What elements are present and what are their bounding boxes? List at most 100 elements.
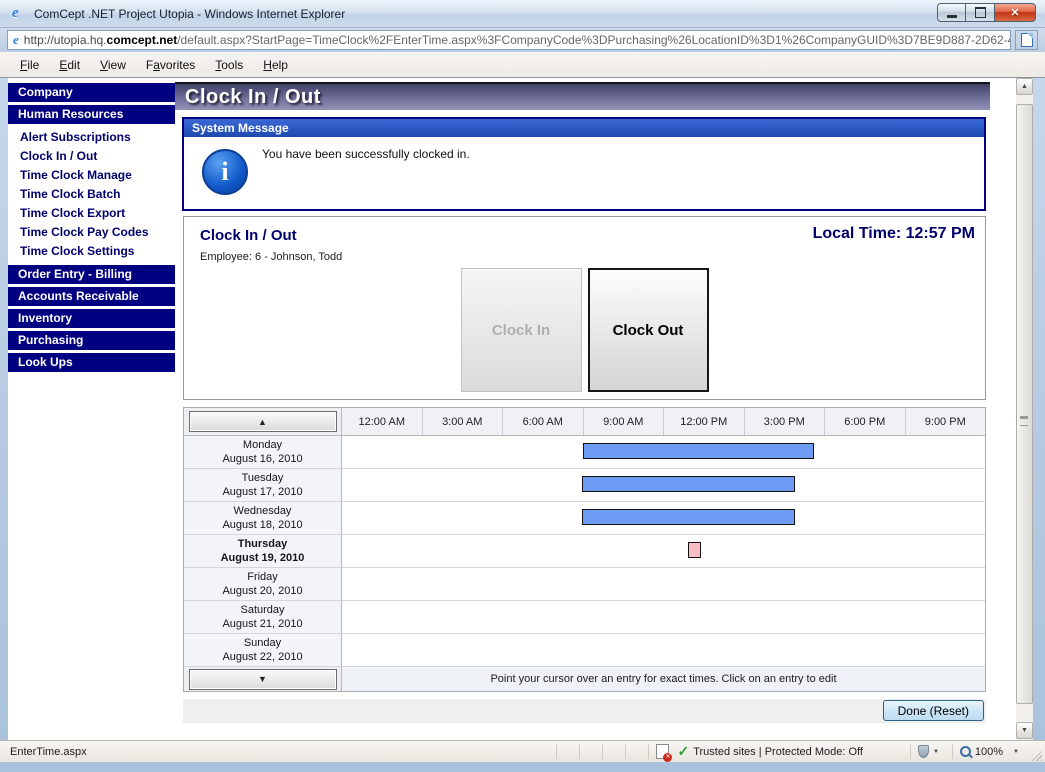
timeline-corner: ▲	[184, 408, 342, 435]
sidebar-item-time-clock-export[interactable]: Time Clock Export	[8, 204, 175, 223]
address-bar-row: e http://utopia.hq.comcept.net/default.a…	[0, 28, 1045, 52]
day-label: SaturdayAugust 21, 2010	[184, 601, 342, 634]
menu-help[interactable]: Help	[253, 55, 298, 75]
browser-viewport: Company Human Resources Alert Subscription…	[8, 78, 1033, 740]
sidebar-section-inventory[interactable]: Inventory	[8, 309, 175, 328]
timeline-time-header: 12:00 AM3:00 AM6:00 AM9:00 AM12:00 PM3:0…	[342, 408, 985, 435]
sidebar-item-time-clock-manage[interactable]: Time Clock Manage	[8, 166, 175, 185]
timeline-lane	[342, 634, 985, 667]
timeline-table: ▲ 12:00 AM3:00 AM6:00 AM9:00 AM12:00 PM3…	[183, 407, 986, 692]
maximize-button[interactable]	[966, 3, 994, 22]
url-prefix: http://utopia.hq.	[24, 33, 107, 47]
time-axis-label: 6:00 AM	[503, 408, 584, 435]
sidebar-item-alert-subscriptions[interactable]: Alert Subscriptions	[8, 128, 175, 147]
day-label: TuesdayAugust 17, 2010	[184, 469, 342, 502]
security-zone-text: Trusted sites | Protected Mode: Off	[693, 746, 863, 758]
scroll-up-button[interactable]: ▲	[189, 411, 337, 432]
content-area: Clock In / Out System Message i You have…	[175, 78, 990, 740]
employee-label: Employee: 6 - Johnson, Todd	[200, 251, 342, 263]
clock-out-button[interactable]: Clock Out	[588, 268, 709, 392]
sidebar-section-purchasing[interactable]: Purchasing	[8, 331, 175, 350]
time-entry-bar[interactable]	[583, 443, 813, 459]
menu-view[interactable]: View	[90, 55, 136, 75]
vertical-scrollbar[interactable]: ▲ ▼	[1016, 78, 1033, 740]
zoom-level[interactable]: 100%	[975, 746, 1003, 758]
maximize-icon	[975, 7, 986, 18]
menu-tools[interactable]: Tools	[205, 55, 253, 75]
url-domain: comcept.net	[107, 33, 178, 47]
timeline-row-wednesday: WednesdayAugust 18, 2010	[184, 502, 985, 535]
menu-bar: FileEditViewFavoritesToolsHelp	[0, 52, 1045, 78]
system-message-text: You have been successfully clocked in.	[262, 147, 470, 205]
sidebar-section-accounts-receivable[interactable]: Accounts Receivable	[8, 287, 175, 306]
time-entry-bar[interactable]	[582, 509, 795, 525]
sidebar-item-time-clock-settings[interactable]: Time Clock Settings	[8, 242, 175, 261]
page-favicon-icon: e	[13, 32, 19, 48]
window-controls: ✕	[937, 3, 1036, 22]
timeline-row-sunday: SundayAugust 22, 2010	[184, 634, 985, 667]
sidebar-section-order-entry-billing[interactable]: Order Entry - Billing	[8, 265, 175, 284]
time-axis-label: 12:00 PM	[664, 408, 745, 435]
address-input[interactable]: e http://utopia.hq.comcept.net/default.a…	[7, 30, 1011, 50]
system-message-header: System Message	[184, 119, 984, 137]
day-label: SundayAugust 22, 2010	[184, 634, 342, 667]
scrollbar-up-arrow[interactable]: ▲	[1016, 78, 1033, 95]
day-label: WednesdayAugust 18, 2010	[184, 502, 342, 535]
clock-panel-heading: Clock In / Out	[200, 227, 297, 244]
sidebar-section-company[interactable]: Company	[8, 83, 175, 102]
time-axis-label: 3:00 PM	[745, 408, 826, 435]
timeline-body: MondayAugust 16, 2010TuesdayAugust 17, 2…	[184, 436, 985, 667]
timeline-row-tuesday: TuesdayAugust 17, 2010	[184, 469, 985, 502]
status-bar: EnterTime.aspx ✓ Trusted sites | Protect…	[0, 740, 1045, 762]
compatibility-view-button[interactable]	[1015, 30, 1038, 50]
day-label: MondayAugust 16, 2010	[184, 436, 342, 469]
time-axis-label: 12:00 AM	[342, 408, 423, 435]
sidebar-section-look-ups[interactable]: Look Ups	[8, 353, 175, 372]
time-entry-bar[interactable]	[582, 476, 795, 492]
minimize-button[interactable]	[937, 3, 966, 22]
timeline-lane	[342, 568, 985, 601]
zoom-icon[interactable]	[960, 746, 971, 757]
timeline-row-friday: FridayAugust 20, 2010	[184, 568, 985, 601]
window-title-bar[interactable]: e ComCept .NET Project Utopia - Windows …	[0, 0, 1045, 28]
timeline-lane	[342, 601, 985, 634]
minimize-icon	[947, 15, 957, 18]
sidebar-section-human-resources[interactable]: Human Resources	[8, 105, 175, 124]
time-axis-label: 6:00 PM	[825, 408, 906, 435]
close-icon: ✕	[1010, 6, 1019, 19]
scroll-down-button[interactable]: ▼	[189, 669, 337, 690]
done-reset-button[interactable]: Done (Reset)	[883, 700, 984, 721]
menu-file[interactable]: File	[10, 55, 49, 75]
scrollbar-down-arrow[interactable]: ▼	[1016, 722, 1033, 739]
timeline-hint: Point your cursor over an entry for exac…	[342, 667, 985, 691]
sidebar-item-time-clock-pay-codes[interactable]: Time Clock Pay Codes	[8, 223, 175, 242]
resize-grip-icon[interactable]	[1029, 748, 1042, 761]
timeline-row-saturday: SaturdayAugust 21, 2010	[184, 601, 985, 634]
menu-favorites[interactable]: Favorites	[136, 55, 205, 75]
page-alert-icon	[656, 744, 669, 759]
timeline-footer-corner: ▼	[184, 667, 342, 691]
url-path: /default.aspx?StartPage=TimeClock%2FEnte…	[177, 33, 1011, 47]
sidebar-item-clock-in-out[interactable]: Clock In / Out	[8, 147, 175, 166]
system-message-body: i You have been successfully clocked in.	[184, 137, 984, 209]
scrollbar-thumb[interactable]	[1016, 104, 1033, 704]
sidebar-nav: Company Human Resources Alert Subscription…	[8, 78, 175, 740]
close-button[interactable]: ✕	[994, 3, 1036, 22]
day-label: ThursdayAugust 19, 2010	[184, 535, 342, 568]
page-icon	[1021, 33, 1033, 47]
window-title: ComCept .NET Project Utopia - Windows In…	[34, 7, 345, 21]
clock-panel: Clock In / Out Local Time: 12:57 PM Empl…	[183, 216, 986, 400]
time-entry-bar[interactable]	[688, 542, 701, 558]
done-row: Done (Reset)	[183, 699, 986, 723]
zone-dropdown-icon[interactable]: ▼	[933, 749, 939, 755]
sidebar-item-time-clock-batch[interactable]: Time Clock Batch	[8, 185, 175, 204]
zoom-dropdown-icon[interactable]: ▼	[1013, 749, 1019, 755]
timeline-header-row: ▲ 12:00 AM3:00 AM6:00 AM9:00 AM12:00 PM3…	[184, 408, 985, 436]
security-zone-icon[interactable]	[918, 745, 929, 758]
menu-edit[interactable]: Edit	[49, 55, 90, 75]
timeline-lane	[342, 502, 985, 535]
time-axis-label: 3:00 AM	[423, 408, 504, 435]
clock-buttons: Clock In Clock Out	[184, 268, 985, 392]
clock-in-button: Clock In	[461, 268, 582, 392]
info-icon: i	[202, 149, 248, 195]
